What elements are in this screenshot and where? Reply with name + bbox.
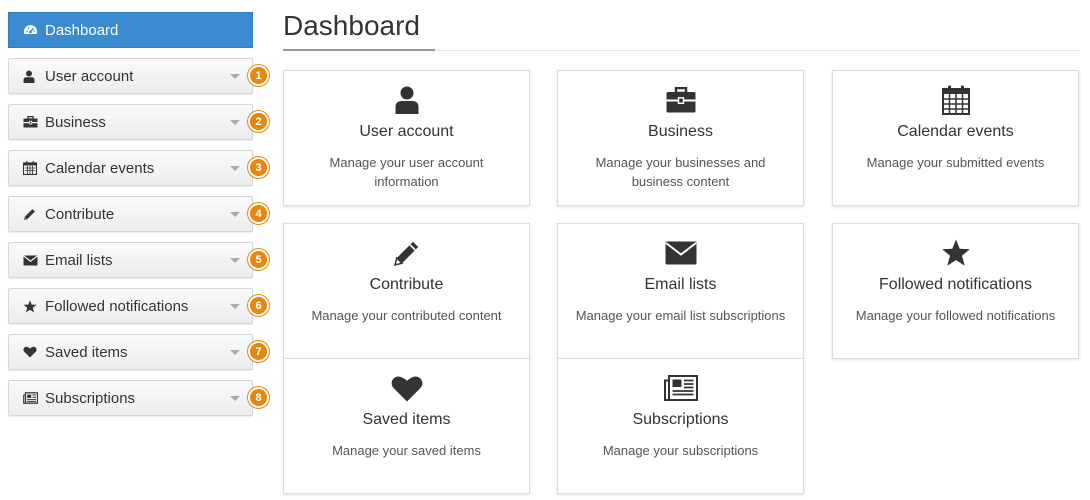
sidebar-item-followed-notifications[interactable]: Followed notifications xyxy=(8,288,253,324)
star-icon xyxy=(833,238,1078,268)
chevron-down-icon[interactable] xyxy=(230,350,240,355)
step-badge: 7 xyxy=(248,341,269,362)
sidebar-item-user-account[interactable]: User account xyxy=(8,58,253,94)
card-calendar-events[interactable]: Calendar events Manage your submitted ev… xyxy=(832,70,1079,206)
chevron-down-icon[interactable] xyxy=(230,258,240,263)
card-email-lists[interactable]: Email lists Manage your email list subsc… xyxy=(557,223,804,359)
card-title: Business xyxy=(648,123,713,140)
sidebar-item-label: Contribute xyxy=(45,205,115,223)
card-description: Manage your submitted events xyxy=(866,155,1045,170)
pencil-icon xyxy=(23,208,41,221)
sidebar-item-business[interactable]: Business xyxy=(8,104,253,140)
card-saved-items[interactable]: Saved items Manage your saved items xyxy=(283,358,530,494)
card-followed-notifications[interactable]: Followed notifications Manage your follo… xyxy=(832,223,1079,359)
sidebar-item-label: Calendar events xyxy=(45,159,155,177)
chevron-down-icon[interactable] xyxy=(230,304,240,309)
card-description: Manage your contributed content xyxy=(311,308,502,323)
heart-icon xyxy=(23,346,41,358)
card-description: Manage your user account information xyxy=(329,155,484,189)
sidebar-nav: Dashboard User account 1 Business 2 Cale… xyxy=(8,12,269,416)
chevron-down-icon[interactable] xyxy=(230,212,240,217)
sidebar-item-label: Dashboard xyxy=(45,21,119,39)
card-subscriptions[interactable]: Subscriptions Manage your subscriptions xyxy=(557,358,804,494)
page-title: Dashboard xyxy=(283,10,420,41)
sidebar-item-calendar-events[interactable]: Calendar events xyxy=(8,150,253,186)
star-icon xyxy=(23,299,41,313)
step-badge: 8 xyxy=(248,387,269,408)
card-description: Manage your subscriptions xyxy=(602,443,759,458)
sidebar-item-email-lists[interactable]: Email lists xyxy=(8,242,253,278)
card-title: Contribute xyxy=(369,276,444,293)
card-title: User account xyxy=(359,123,454,140)
card-business[interactable]: Business Manage your businesses and busi… xyxy=(557,70,804,206)
step-badge: 6 xyxy=(248,295,269,316)
user-icon xyxy=(284,85,529,115)
sidebar-item-label: User account xyxy=(45,67,134,85)
chevron-down-icon[interactable] xyxy=(230,166,240,171)
step-badge: 4 xyxy=(248,203,269,224)
sidebar-item-label: Email lists xyxy=(45,251,113,269)
newspaper-icon xyxy=(23,392,41,404)
user-icon xyxy=(23,70,41,83)
sidebar-item-label: Business xyxy=(45,113,106,131)
step-badge: 2 xyxy=(248,111,269,132)
sidebar-item-contribute[interactable]: Contribute xyxy=(8,196,253,232)
briefcase-icon xyxy=(558,85,803,115)
envelope-icon xyxy=(23,254,41,266)
card-title: Saved items xyxy=(362,411,451,428)
chevron-down-icon[interactable] xyxy=(230,396,240,401)
sidebar-item-saved-items[interactable]: Saved items xyxy=(8,334,253,370)
chevron-down-icon[interactable] xyxy=(230,120,240,125)
briefcase-icon xyxy=(23,116,41,128)
card-title: Subscriptions xyxy=(632,411,729,428)
card-title: Followed notifications xyxy=(879,276,1032,293)
card-description: Manage your businesses and business cont… xyxy=(595,155,766,189)
pencil-icon xyxy=(284,238,529,268)
card-description: Manage your followed notifications xyxy=(855,308,1056,323)
calendar-icon xyxy=(833,85,1078,115)
card-title: Email lists xyxy=(644,276,717,293)
envelope-icon xyxy=(558,238,803,268)
title-underline xyxy=(283,49,435,51)
step-badge: 3 xyxy=(248,157,269,178)
newspaper-icon xyxy=(558,373,803,403)
card-user-account[interactable]: User account Manage your user account in… xyxy=(283,70,530,206)
card-title: Calendar events xyxy=(897,123,1014,140)
sidebar-item-dashboard[interactable]: Dashboard xyxy=(8,12,253,48)
step-badge: 1 xyxy=(248,65,269,86)
step-badge: 5 xyxy=(248,249,269,270)
dashboard-icon xyxy=(23,24,41,37)
sidebar-item-label: Followed notifications xyxy=(45,297,189,315)
sidebar-item-label: Saved items xyxy=(45,343,128,361)
heart-icon xyxy=(284,373,529,403)
card-description: Manage your saved items xyxy=(332,443,481,458)
sidebar-item-subscriptions[interactable]: Subscriptions xyxy=(8,380,253,416)
chevron-down-icon[interactable] xyxy=(230,74,240,79)
sidebar-item-label: Subscriptions xyxy=(45,389,136,407)
card-description: Manage your email list subscriptions xyxy=(575,308,786,323)
card-contribute[interactable]: Contribute Manage your contributed conte… xyxy=(283,223,530,359)
calendar-icon xyxy=(23,161,41,175)
